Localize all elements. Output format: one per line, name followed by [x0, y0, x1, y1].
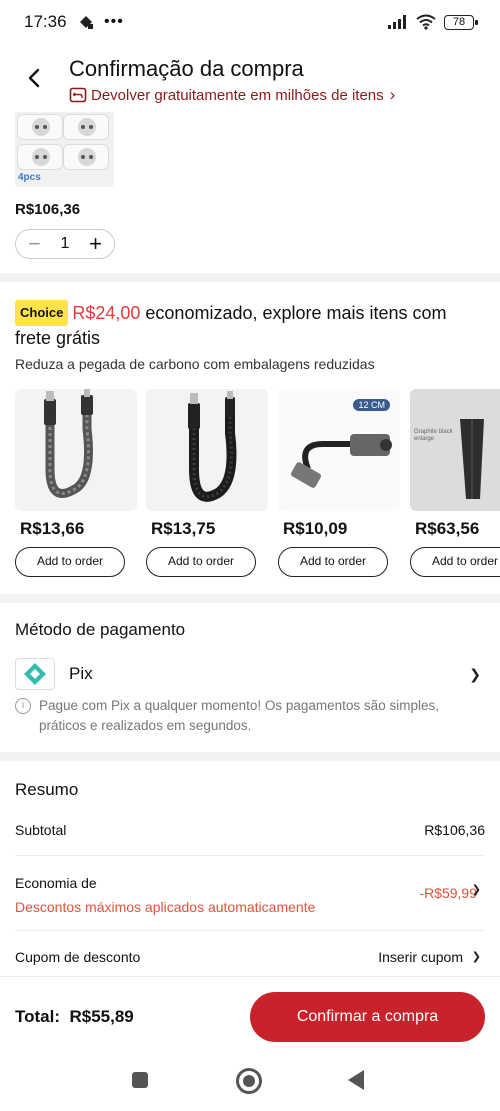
summary-section: Resumo Subtotal R$106,36 Economia de Des… — [15, 780, 485, 965]
pcs-label: 4pcs — [18, 172, 41, 183]
choice-badge: Choice — [15, 300, 69, 326]
quantity-value: 1 — [60, 235, 70, 252]
recommendation-price: R$13,66 — [20, 519, 85, 538]
battery-icon: 78 — [444, 14, 478, 30]
summary-title: Resumo — [15, 780, 79, 799]
add-to-order-button[interactable]: Add to order — [278, 547, 388, 577]
savings-label: Economia de — [15, 875, 97, 891]
payment-title: Método de pagamento — [15, 620, 186, 639]
free-return-link[interactable]: Devolver gratuitamente em milhões de ite… — [69, 85, 395, 105]
add-to-order-button[interactable]: Add to order — [146, 547, 256, 577]
return-box-icon — [69, 87, 87, 103]
section-divider — [0, 594, 500, 603]
plug-adapter-image — [63, 114, 109, 140]
product-price: R$106,36 — [15, 201, 81, 218]
recommendation-price: R$63,56 — [415, 519, 480, 538]
plug-adapter-image — [63, 144, 109, 170]
wifi-icon — [416, 14, 436, 30]
quantity-stepper: − 1 + — [15, 229, 115, 259]
subtotal-label: Subtotal — [15, 822, 67, 838]
subtotal-value: R$106,36 — [424, 822, 485, 838]
page-title: Confirmação da compra — [69, 56, 304, 81]
add-to-order-button[interactable]: Add to order — [410, 547, 500, 577]
payment-method-name: Pix — [69, 664, 93, 683]
row-divider — [15, 855, 485, 856]
recommendation-card[interactable]: 12 CM R$10,09 Add to order — [278, 389, 400, 577]
confirm-purchase-button[interactable]: Confirmar a compra — [250, 992, 485, 1042]
length-badge: 12 CM — [353, 399, 390, 411]
payment-section: Método de pagamento Pix ❯ i Pague com Pi… — [15, 620, 485, 733]
recommendation-card[interactable]: R$13,75 Add to order — [146, 389, 268, 577]
payment-method-pix[interactable]: Pix ❯ — [15, 658, 485, 690]
add-to-order-button[interactable]: Add to order — [15, 547, 125, 577]
umbrella-caption: Graphite black enlarge — [414, 429, 453, 442]
recommendation-card[interactable]: R$13,66 Add to order — [15, 389, 137, 577]
info-icon: i — [15, 698, 31, 714]
notification-app-icon — [80, 16, 93, 29]
savings-row[interactable]: Economia de Descontos máximos aplicados … — [15, 875, 485, 915]
more-notifications-icon: ••• — [104, 13, 124, 30]
savings-description: Descontos máximos aplicados automaticame… — [15, 899, 316, 915]
insert-coupon-link[interactable]: Inserir cupom — [378, 949, 463, 965]
total-value: R$55,89 — [69, 1007, 134, 1026]
choice-subtitle: Reduza a pegada de carbono com embalagen… — [15, 356, 375, 372]
system-nav-bar — [0, 1054, 500, 1111]
audio-adapter-image: 12 CM — [278, 389, 400, 511]
increase-quantity-button[interactable]: + — [89, 233, 102, 255]
plug-adapter-image — [17, 144, 63, 170]
chevron-right-icon: ❯ — [469, 666, 481, 682]
pix-info-text: Pague com Pix a qualquer momento! Os pag… — [39, 698, 439, 733]
coupon-label: Cupom de desconto — [15, 949, 141, 965]
battery-level: 78 — [452, 15, 466, 28]
recent-apps-icon[interactable] — [132, 1072, 148, 1088]
recommendation-price: R$10,09 — [283, 519, 348, 538]
chevron-right-icon: ❯ — [471, 951, 481, 963]
pix-info: i Pague com Pix a qualquer momento! Os p… — [15, 696, 485, 736]
coupon-row[interactable]: Cupom de desconto Inserir cupom ❯ — [15, 949, 485, 965]
header: Confirmação da compra Devolver gratuitam… — [0, 50, 500, 110]
signal-icon — [388, 15, 406, 29]
back-arrow-icon[interactable] — [22, 64, 46, 92]
checkout-bar: Total: R$55,89 Confirmar a compra — [0, 976, 500, 1054]
usb-cable-image — [15, 389, 137, 511]
home-icon[interactable] — [236, 1068, 262, 1094]
chevron-right-icon: ❯ — [471, 884, 481, 896]
row-divider — [15, 930, 485, 931]
section-divider — [0, 752, 500, 761]
umbrella-image: Graphite black enlarge — [410, 389, 500, 511]
decrease-quantity-button[interactable]: − — [28, 233, 41, 255]
free-return-text: Devolver gratuitamente em milhões de ite… — [91, 86, 384, 104]
recommendation-price: R$13,75 — [151, 519, 216, 538]
product-image[interactable]: 4pcs — [15, 112, 114, 187]
savings-value: -R$59,99 — [419, 885, 477, 901]
choice-savings-amount: R$24,00 — [72, 303, 141, 323]
back-triangle-icon[interactable] — [348, 1070, 364, 1090]
total-label: Total: — [15, 1007, 61, 1026]
choice-promo: Choice R$24,00 economizado, explore mais … — [15, 300, 485, 372]
recommendation-card[interactable]: Graphite black enlarge R$63,56 Add to or… — [410, 389, 500, 577]
subtotal-row: Subtotal R$106,36 — [15, 822, 485, 838]
status-time: 17:36 — [24, 12, 67, 31]
usb-cable-image — [146, 389, 268, 511]
section-divider — [0, 273, 500, 282]
plug-adapter-image — [17, 114, 63, 140]
total: Total: R$55,89 — [15, 1007, 134, 1027]
recommendation-carousel[interactable]: R$13,66 Add to order R$13,75 Add to orde… — [15, 389, 500, 581]
pix-logo-icon — [15, 658, 55, 690]
chevron-right-icon: › — [389, 85, 396, 104]
status-bar: 17:36 ••• 78 — [0, 0, 500, 44]
